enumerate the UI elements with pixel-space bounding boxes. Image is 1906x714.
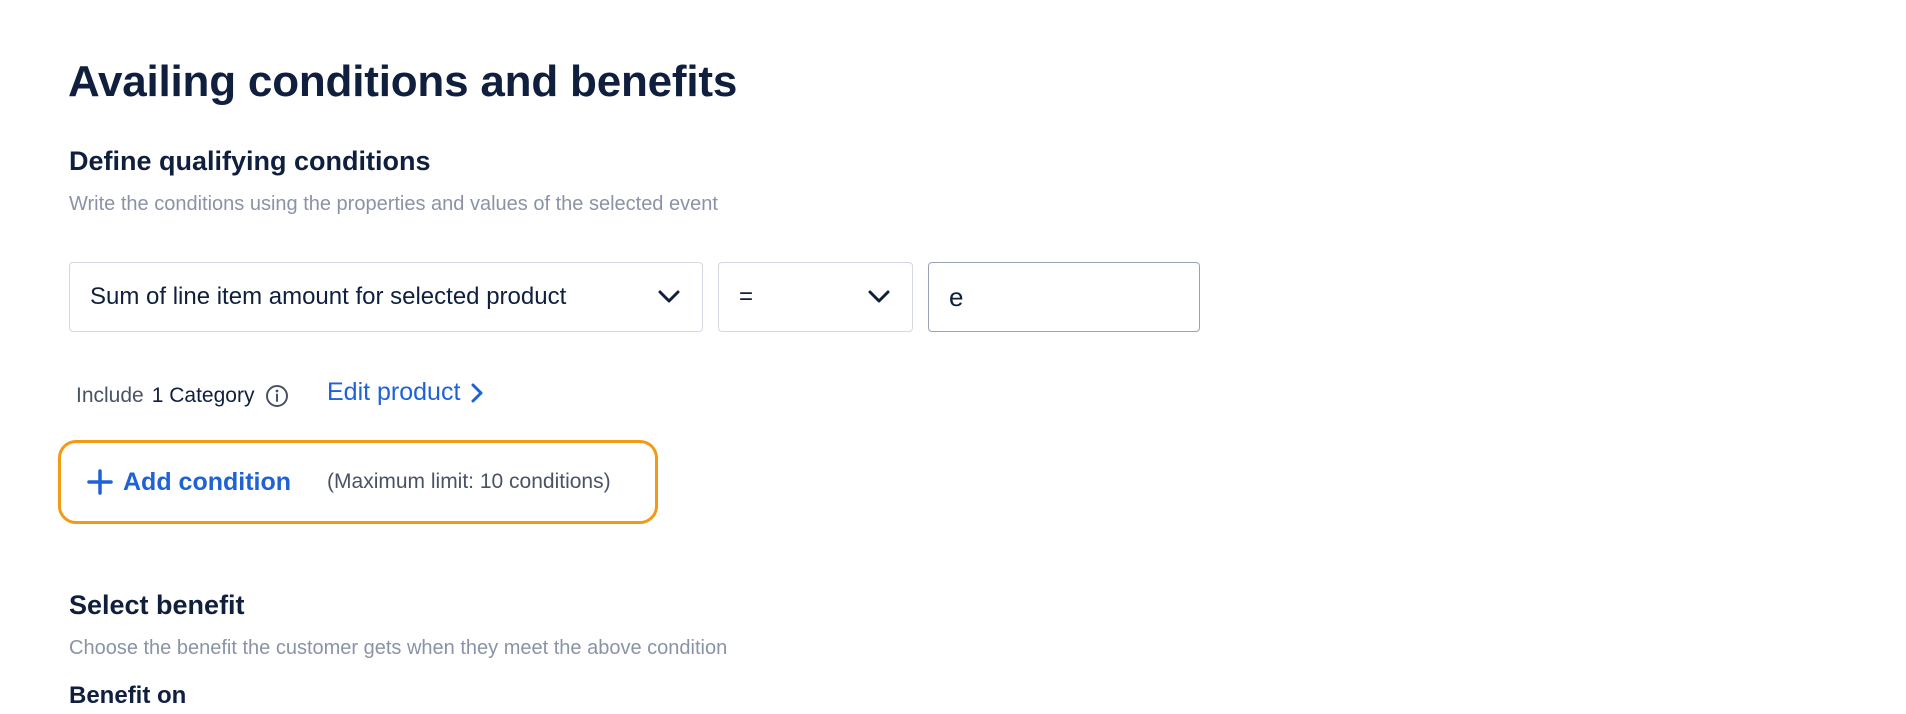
plus-icon bbox=[87, 469, 113, 495]
edit-product-link[interactable]: Edit product bbox=[327, 378, 492, 407]
conditions-heading: Define qualifying conditions bbox=[69, 146, 431, 176]
include-summary: Include 1 Category bbox=[76, 380, 290, 412]
conditions-description: Write the conditions using the propertie… bbox=[69, 193, 718, 215]
add-condition-button[interactable]: Add condition bbox=[87, 468, 291, 497]
chevron-down-icon bbox=[864, 282, 894, 312]
info-icon[interactable] bbox=[264, 383, 290, 409]
include-label: Include bbox=[76, 384, 144, 407]
benefit-heading: Select benefit bbox=[69, 590, 245, 620]
operator-select[interactable]: = bbox=[718, 262, 913, 332]
page-title: Availing conditions and benefits bbox=[68, 57, 738, 107]
condition-value-input[interactable] bbox=[928, 262, 1200, 332]
edit-product-label: Edit product bbox=[327, 378, 461, 406]
include-count: 1 Category bbox=[151, 384, 255, 407]
property-select-value: Sum of line item amount for selected pro… bbox=[90, 283, 567, 310]
benefit-on-label: Benefit on bbox=[69, 682, 187, 709]
condition-limit-note: (Maximum limit: 10 conditions) bbox=[327, 470, 611, 493]
add-condition-highlight: Add condition (Maximum limit: 10 conditi… bbox=[58, 440, 658, 524]
add-condition-label: Add condition bbox=[123, 467, 292, 496]
benefit-description: Choose the benefit the customer gets whe… bbox=[69, 637, 728, 659]
chevron-right-icon bbox=[470, 380, 492, 406]
property-select[interactable]: Sum of line item amount for selected pro… bbox=[69, 262, 703, 332]
operator-select-value: = bbox=[739, 283, 754, 310]
chevron-down-icon bbox=[654, 282, 684, 312]
